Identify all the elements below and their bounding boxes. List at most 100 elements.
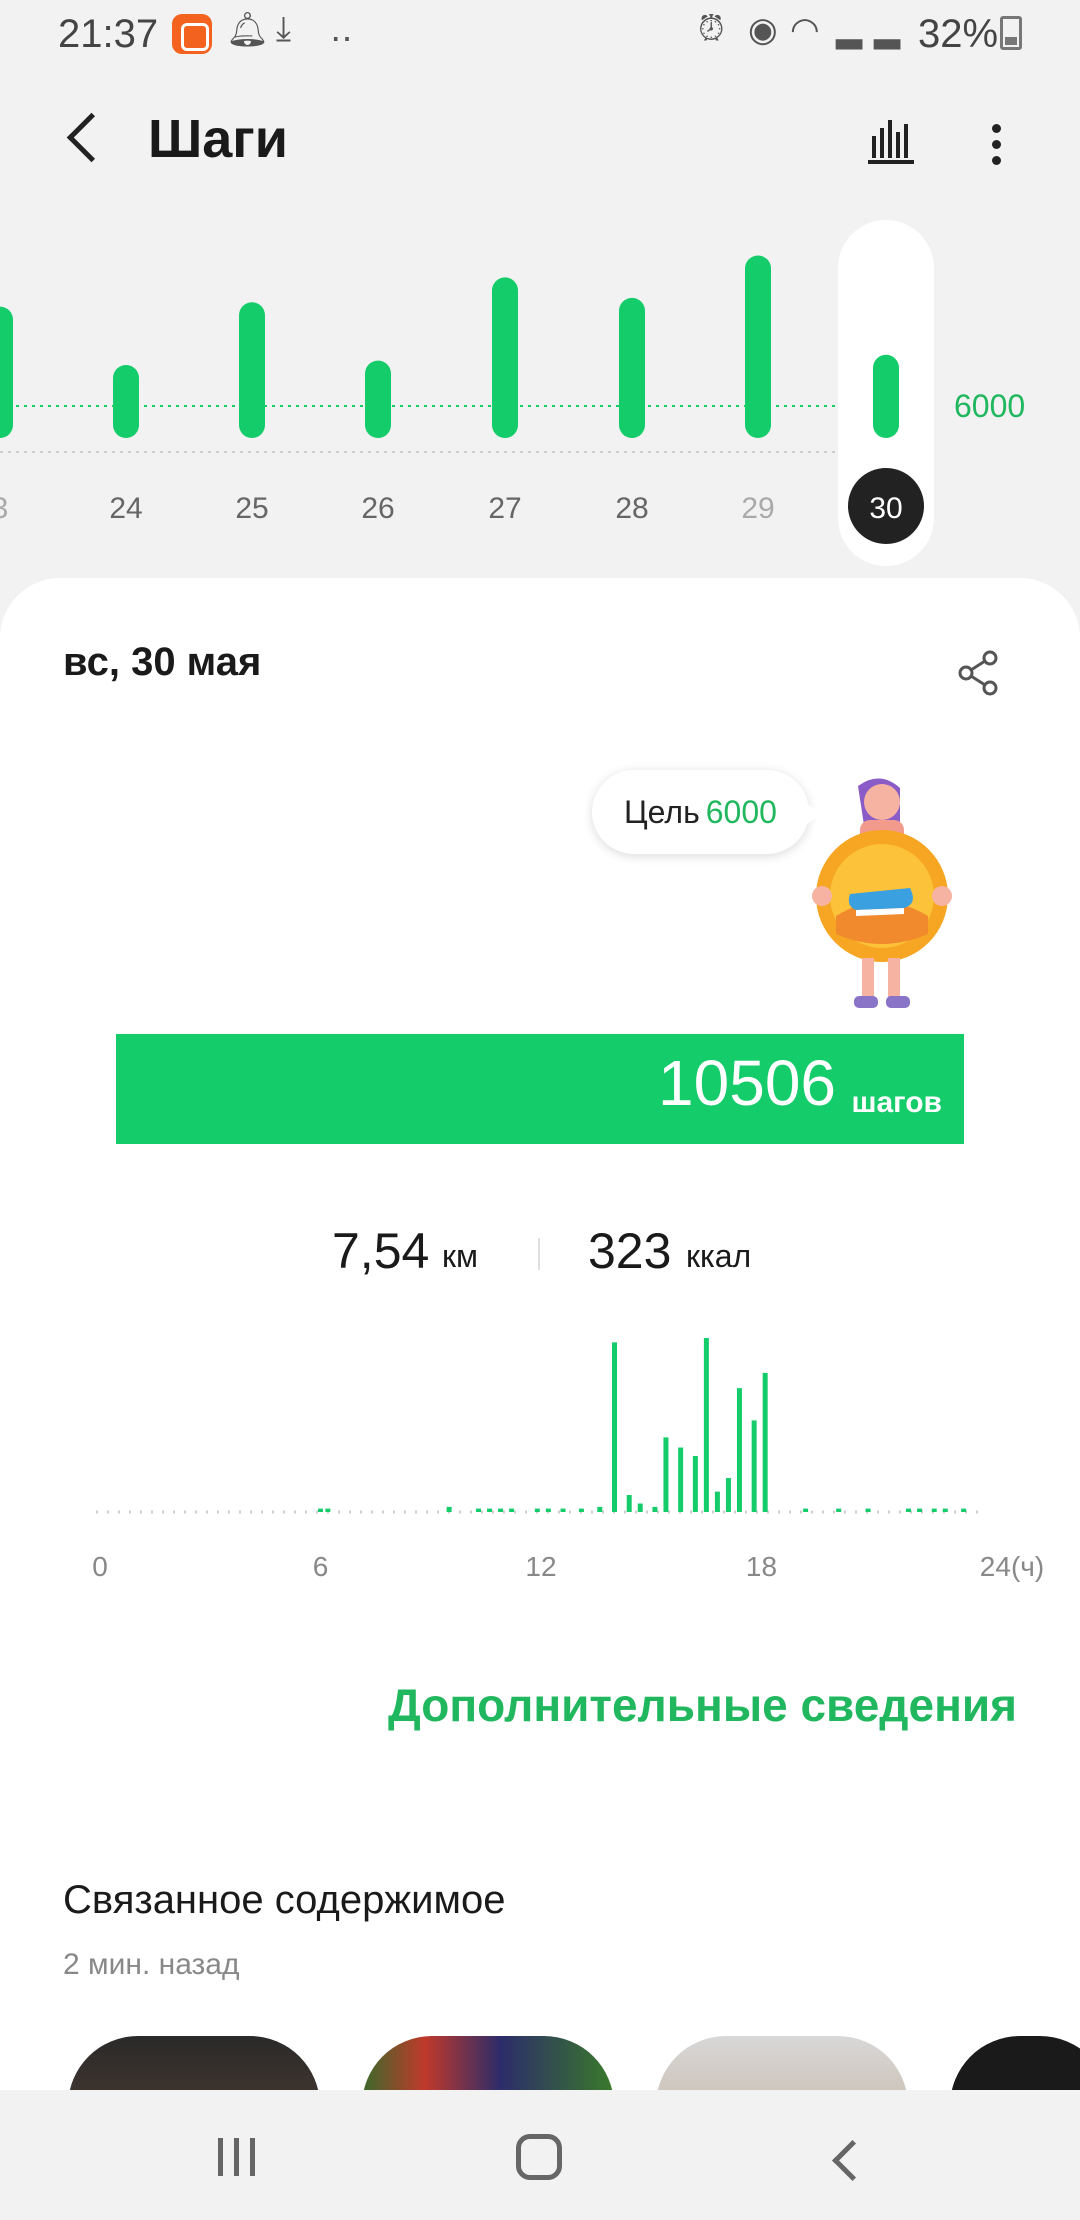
app-badge-icon (172, 14, 212, 54)
hourly-bar (703, 1338, 709, 1512)
back-icon[interactable] (826, 2138, 866, 2178)
hourly-bar (487, 1508, 493, 1512)
notification-bell-icon: 🔔︎ (226, 11, 270, 49)
hourly-tick-label: 6 (313, 1551, 329, 1582)
battery-icon (1000, 16, 1022, 50)
goal-achieved-illustration (800, 776, 970, 1016)
home-icon[interactable] (516, 2134, 562, 2180)
hourly-bar (714, 1491, 720, 1512)
hourly-bar (663, 1437, 669, 1512)
week-day-label[interactable]: 27 (488, 492, 521, 525)
week-day-label[interactable]: 28 (615, 492, 648, 525)
hourly-bar (545, 1508, 551, 1512)
hourly-bar (637, 1503, 643, 1512)
weekly-steps-chart: 3 24 25 26 27 28 29 30 6000 (0, 210, 1080, 570)
top-app-bar: Шаги (0, 80, 1080, 200)
hourly-bar (318, 1508, 323, 1512)
hourly-bar (692, 1456, 698, 1512)
hourly-bar (803, 1508, 809, 1512)
hourly-bar (931, 1508, 937, 1512)
weekly-chart-canvas: 3 24 25 26 27 28 29 30 (0, 220, 934, 566)
hourly-bar (836, 1508, 842, 1512)
hourly-bar (534, 1508, 540, 1512)
hourly-tick-label: 0 (92, 1551, 108, 1582)
hourly-bar (865, 1508, 871, 1512)
week-day-label[interactable]: 29 (741, 492, 774, 525)
hourly-bar (325, 1508, 331, 1512)
hourly-chart-canvas: 0 6 12 18 24(ч) (92, 1338, 1044, 1582)
hourly-bar (942, 1508, 948, 1512)
calories-value: 323 (588, 1223, 672, 1279)
hourly-bar (597, 1506, 603, 1512)
related-thumbnail[interactable] (656, 2036, 908, 2090)
goal-value: 6000 (705, 793, 777, 830)
related-content-time: 2 мин. назад (63, 1948, 240, 1981)
distance-unit: км (442, 1238, 478, 1274)
metrics-divider (538, 1238, 540, 1270)
steps-count: 10506 (658, 1047, 836, 1119)
hourly-bar (498, 1508, 504, 1512)
week-bar-3[interactable] (0, 306, 13, 438)
status-bar: 21:37 🔔︎ ⤓ ‥ ⏰︎ ◉ ◠ ▂ ▂ 32% (0, 0, 1080, 70)
related-content-title: Связанное содержимое (63, 1878, 506, 1922)
week-bar-25[interactable] (239, 302, 265, 438)
hourly-bar (578, 1508, 584, 1512)
week-bar-28[interactable] (619, 297, 645, 438)
hourly-bar (446, 1506, 452, 1512)
download-icon: ⤓ (276, 10, 292, 48)
hourly-tick-label: 24(ч) (980, 1551, 1044, 1582)
hourly-bar (906, 1508, 911, 1512)
chevron-left-icon[interactable] (56, 108, 116, 168)
more-dots-icon: ‥ (330, 11, 353, 49)
recents-icon[interactable] (214, 2138, 260, 2178)
week-day-label[interactable]: 24 (109, 492, 142, 525)
week-day-label[interactable]: 26 (361, 492, 394, 525)
distance-value: 7,54 (332, 1223, 430, 1279)
hourly-bar (509, 1508, 515, 1512)
hourly-bar (751, 1420, 757, 1512)
goal-label: Цель (624, 793, 700, 830)
alarm-icon: ⏰︎ (698, 10, 725, 48)
week-bar-24[interactable] (113, 365, 139, 438)
more-vertical-icon[interactable] (972, 110, 1022, 170)
related-thumbnail[interactable] (362, 2036, 614, 2090)
week-bar-29[interactable] (745, 255, 771, 439)
related-thumbnail[interactable] (68, 2036, 320, 2090)
bar-chart-icon[interactable] (862, 110, 922, 170)
system-nav-bar (0, 2094, 1080, 2220)
week-bar-26[interactable] (365, 360, 391, 438)
week-bar-30[interactable] (873, 354, 899, 438)
hourly-bar (476, 1508, 482, 1512)
week-day-label[interactable]: 3 (0, 492, 8, 525)
week-day-label[interactable]: 30 (869, 492, 902, 525)
goal-bubble: Цель 6000 (592, 770, 823, 854)
page-title: Шаги (148, 109, 288, 169)
hourly-bar (961, 1508, 967, 1512)
hourly-bar (736, 1388, 742, 1512)
metrics-row: 7,54 км 323 ккал (0, 1218, 1080, 1298)
hourly-bar (560, 1508, 566, 1512)
location-icon: ◉ (748, 11, 778, 49)
signal-icon: ▂ (836, 11, 863, 49)
wifi-icon: ◠ (790, 11, 820, 49)
hourly-bar (612, 1342, 617, 1512)
related-thumbnail[interactable] (950, 2036, 1080, 2090)
calories-unit: ккал (686, 1238, 752, 1274)
selected-date: вс, 30 мая (63, 640, 262, 684)
hourly-bar (725, 1478, 731, 1512)
day-detail-card: вс, 30 мая Цель 6000 10506 шагов 7,54 км… (0, 578, 1080, 2090)
hourly-bar (652, 1506, 658, 1512)
more-info-link[interactable]: Дополнительные сведения (388, 1678, 1017, 1732)
week-bar-27[interactable] (492, 277, 518, 438)
hourly-tick-label: 12 (525, 1551, 556, 1582)
share-icon[interactable] (952, 646, 1006, 700)
hourly-bar (762, 1372, 768, 1512)
hourly-steps-chart: 0 6 12 18 24(ч) (0, 1338, 1080, 1628)
signal-icon: ▂ (874, 11, 901, 49)
steps-unit: шагов (851, 1086, 942, 1119)
week-day-label[interactable]: 25 (235, 492, 268, 525)
steps-progress-bar: 10506 шагов (116, 1034, 964, 1144)
status-time: 21:37 (58, 12, 159, 56)
hourly-bar (678, 1447, 684, 1512)
goal-line-label: 6000 (954, 388, 1026, 424)
